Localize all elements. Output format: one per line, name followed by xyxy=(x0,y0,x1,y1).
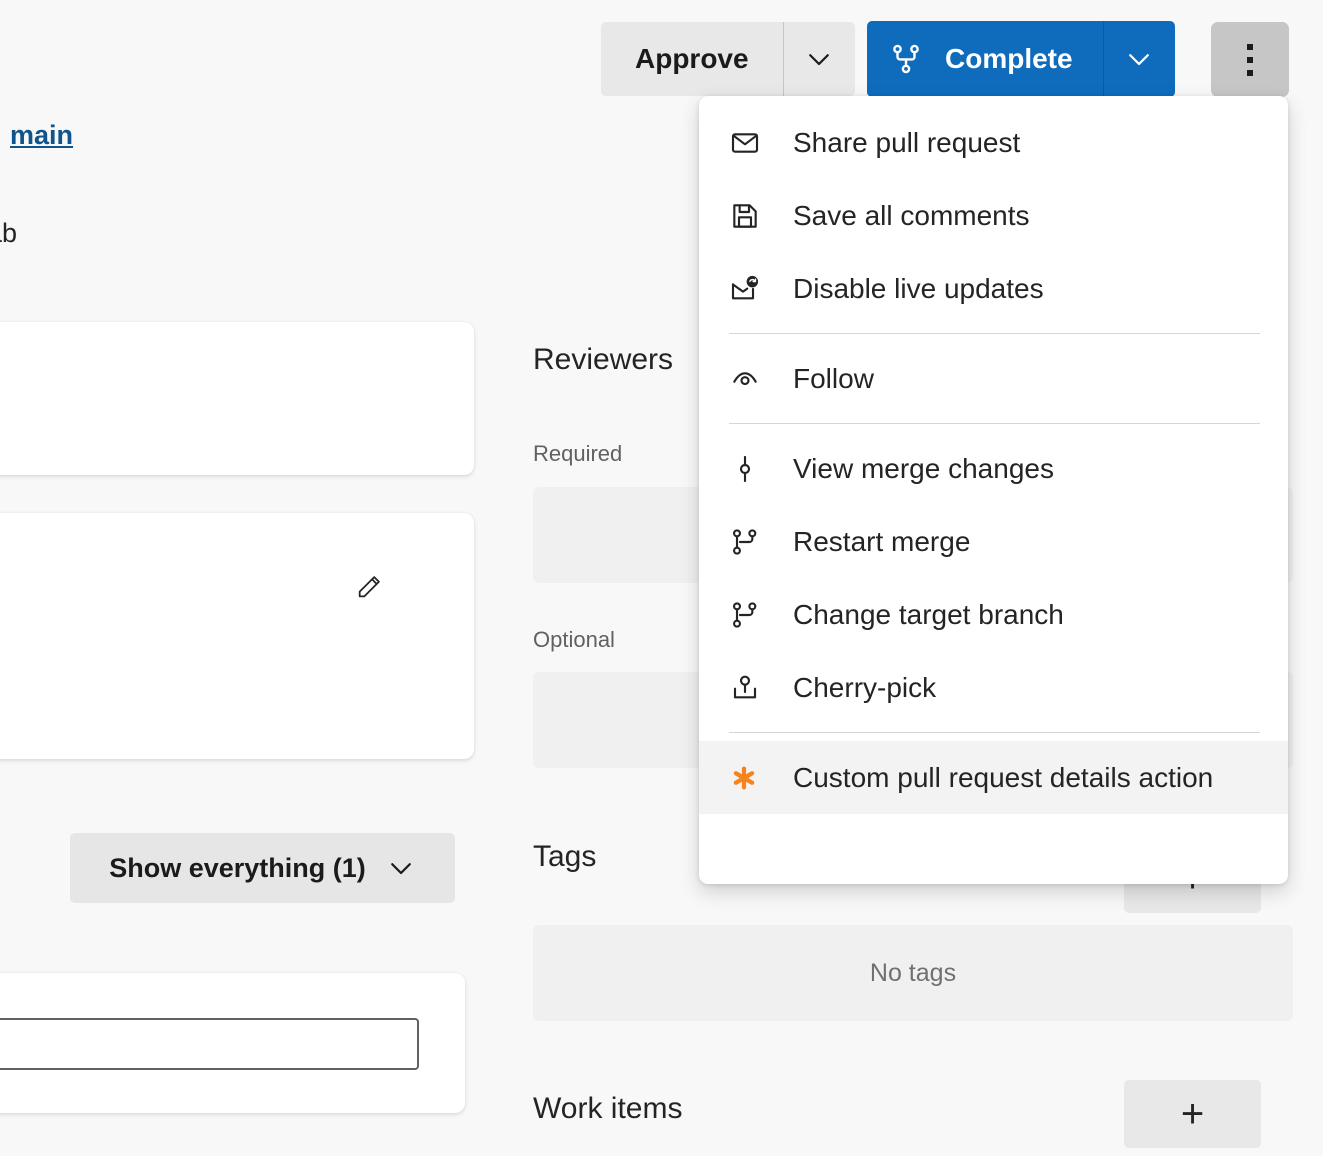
menu-item-label: Cherry-pick xyxy=(793,672,936,704)
tags-heading: Tags xyxy=(533,840,596,874)
asterisk-icon xyxy=(729,758,775,798)
more-actions-button[interactable] xyxy=(1211,22,1289,97)
branch-icon xyxy=(729,522,775,562)
branch-icon xyxy=(889,42,923,76)
menu-item-label: View merge changes xyxy=(793,453,1054,485)
save-icon xyxy=(729,196,775,236)
complete-button[interactable]: Complete xyxy=(867,21,1103,97)
menu-item-label: Follow xyxy=(793,363,874,395)
menu-item-label: Share pull request xyxy=(793,127,1020,159)
menu-separator xyxy=(729,732,1260,733)
show-everything-label: Show everything (1) xyxy=(109,853,366,884)
chevron-down-icon xyxy=(804,44,834,74)
work-items-heading: Work items xyxy=(533,1092,682,1126)
commit-icon xyxy=(729,449,775,489)
reviewers-heading: Reviewers xyxy=(533,343,673,377)
menu-item-follow[interactable]: Follow xyxy=(699,342,1288,415)
tags-empty-label: No tags xyxy=(870,959,956,988)
target-branch-link[interactable]: main xyxy=(10,120,73,150)
complete-button-label: Complete xyxy=(945,43,1073,75)
menu-item-custom-pull-request-details-action[interactable]: Custom pull request details action xyxy=(699,741,1288,814)
chevron-down-icon xyxy=(386,853,416,883)
menu-item-label: Save all comments xyxy=(793,200,1030,232)
complete-split-button[interactable]: Complete xyxy=(867,21,1175,97)
menu-item-label: Change target branch xyxy=(793,599,1064,631)
menu-item-restart-merge[interactable]: Restart merge xyxy=(699,505,1288,578)
menu-item-label: Restart merge xyxy=(793,526,970,558)
comment-input[interactable] xyxy=(0,1018,419,1070)
target-branch-text: omain xyxy=(0,120,73,151)
mail-refresh-icon xyxy=(729,269,775,309)
show-everything-dropdown[interactable]: Show everything (1) xyxy=(70,833,455,903)
complete-dropdown-button[interactable] xyxy=(1103,21,1175,97)
tab-label-clipped: ab xyxy=(0,218,17,249)
mail-icon xyxy=(729,123,775,163)
menu-item-cherry-pick[interactable]: Cherry-pick xyxy=(699,651,1288,724)
add-work-item-button[interactable]: + xyxy=(1124,1080,1261,1148)
approve-split-button[interactable]: Approve xyxy=(601,22,855,96)
target-branch-prefix: o xyxy=(0,120,1,150)
pull-request-summary-card xyxy=(0,322,474,475)
more-actions-menu: Share pull request Save all comments xyxy=(699,96,1288,884)
cherry-pick-icon xyxy=(729,668,775,708)
menu-separator xyxy=(729,423,1260,424)
pencil-icon[interactable] xyxy=(355,573,383,601)
menu-item-label: Custom pull request details action xyxy=(793,762,1213,794)
menu-item-disable-live-updates[interactable]: Disable live updates xyxy=(699,252,1288,325)
optional-reviewers-label: Optional xyxy=(533,627,615,653)
branch-icon xyxy=(729,595,775,635)
approve-button[interactable]: Approve xyxy=(601,22,783,96)
plus-icon: + xyxy=(1181,1094,1204,1134)
menu-item-view-merge-changes[interactable]: View merge changes xyxy=(699,432,1288,505)
menu-item-save-all-comments[interactable]: Save all comments xyxy=(699,179,1288,252)
menu-item-share-pull-request[interactable]: Share pull request xyxy=(699,106,1288,179)
eye-icon xyxy=(729,359,775,399)
menu-item-change-target-branch[interactable]: Change target branch xyxy=(699,578,1288,651)
menu-separator xyxy=(729,333,1260,334)
approve-dropdown-button[interactable] xyxy=(783,22,855,96)
kebab-menu-icon xyxy=(1247,44,1253,76)
required-reviewers-label: Required xyxy=(533,441,622,467)
chevron-down-icon xyxy=(1124,44,1154,74)
menu-item-label: Disable live updates xyxy=(793,273,1044,305)
pull-request-description-card xyxy=(0,513,474,759)
tags-empty-box: No tags xyxy=(533,925,1293,1021)
